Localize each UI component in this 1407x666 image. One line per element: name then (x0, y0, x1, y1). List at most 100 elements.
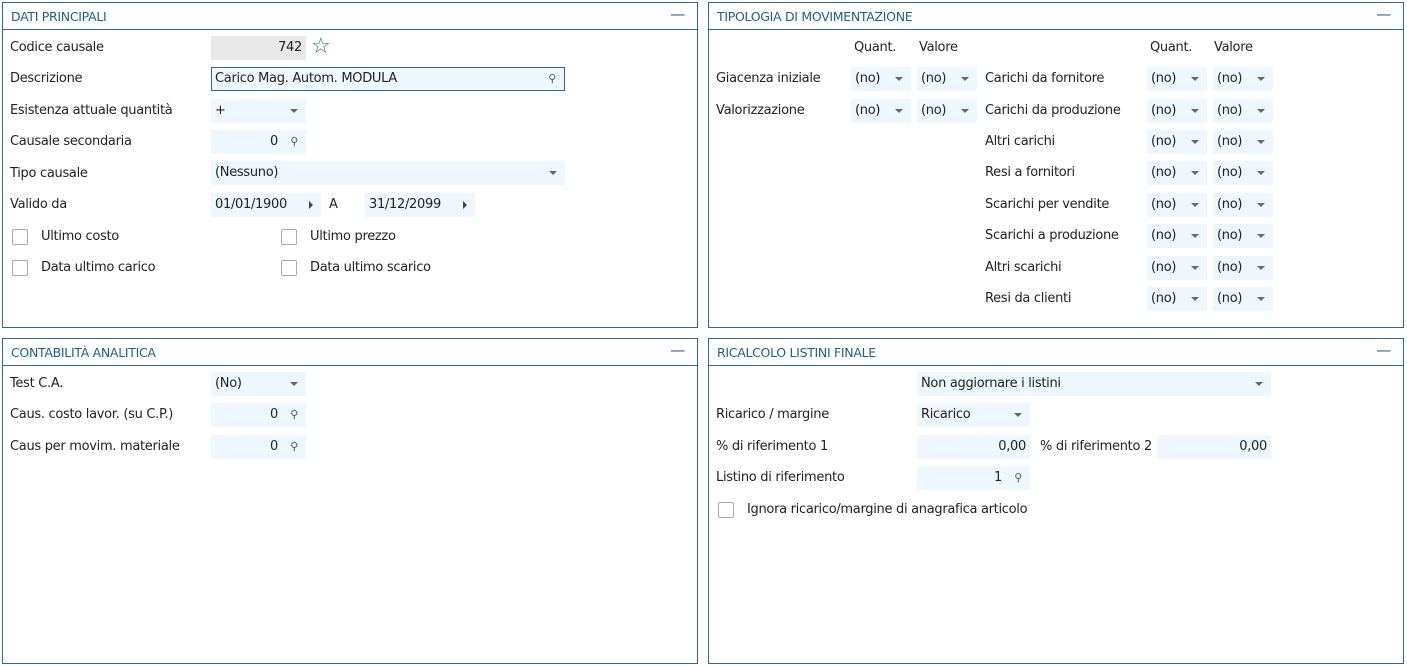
minimize-button[interactable]: — (1376, 5, 1391, 23)
search-icon[interactable]: ⚲ (290, 403, 298, 427)
label: Listino di riferimento (716, 470, 845, 485)
valido-a-input[interactable]: 31/12/2099 (365, 193, 475, 217)
codice-field: 742 (211, 36, 306, 60)
data-ultimo-carico-checkbox[interactable] (12, 260, 28, 276)
arrow-right-icon[interactable] (309, 201, 313, 209)
label: Ultimo costo (41, 229, 119, 244)
panel-title: DATI PRINCIPALI (11, 9, 107, 24)
label: Codice causale (10, 40, 104, 55)
label: % di riferimento 2 (1040, 439, 1152, 454)
value: 0 (270, 439, 278, 454)
valore-select[interactable]: (no) (917, 67, 977, 91)
minimize-button[interactable]: — (670, 5, 685, 23)
label: Valido da (10, 197, 67, 212)
panel-title: Ricalcolo listini finale (717, 345, 876, 360)
panel-title: CONTABILITÀ ANALITICA (11, 345, 156, 360)
valore-select[interactable]: (no) (1213, 224, 1273, 248)
favorite-star-icon[interactable]: ☆ (311, 34, 331, 59)
column-header: Quant. (1150, 40, 1193, 55)
panel-header: Ricalcolo listini finale — (709, 339, 1403, 366)
row-label: Scarichi per vendite (985, 197, 1110, 212)
row-label: Giacenza iniziale (716, 71, 821, 86)
quantita-select[interactable]: (no) (1147, 256, 1207, 280)
row-label: Resi a fornitori (985, 165, 1075, 180)
data-ultimo-scarico-checkbox[interactable] (281, 260, 297, 276)
minimize-button[interactable]: — (1376, 341, 1391, 359)
value: 0 (270, 407, 278, 422)
label: Ultimo prezzo (310, 229, 396, 244)
contabilita-panel: CONTABILITÀ ANALITICA — Test C.A. (No) Ca… (2, 338, 698, 664)
quantita-select[interactable]: (no) (1147, 161, 1207, 185)
valore-select[interactable]: (no) (1213, 287, 1273, 311)
quantita-select[interactable]: (no) (1147, 130, 1207, 154)
tipologia-panel: TIPOLOGIA DI MOVIMENTAZIONE — Quant. Valo… (708, 2, 1404, 328)
label: Data ultimo scarico (310, 260, 431, 275)
valore-select[interactable]: (no) (917, 99, 977, 123)
column-header: Quant. (854, 40, 897, 55)
label: Caus per movim. materiale (10, 439, 180, 454)
quantita-select[interactable]: (no) (1147, 224, 1207, 248)
column-header: Valore (919, 40, 958, 55)
search-icon[interactable]: ⚲ (1014, 466, 1022, 490)
panel-header: TIPOLOGIA DI MOVIMENTAZIONE — (709, 3, 1403, 30)
quantita-select[interactable]: (no) (851, 67, 911, 91)
label: Ignora ricarico/margine di anagrafica ar… (747, 502, 1028, 517)
perc-rif-1-input[interactable]: 0,00 (917, 435, 1030, 459)
caus-materiale-input[interactable]: 0 ⚲ (211, 435, 306, 459)
panel-title: TIPOLOGIA DI MOVIMENTAZIONE (717, 9, 913, 24)
esistenza-select[interactable]: + (211, 99, 306, 123)
listino-input[interactable]: 1 ⚲ (917, 466, 1030, 490)
row-label: Carichi da fornitore (985, 71, 1105, 86)
quantita-select[interactable]: (no) (1147, 193, 1207, 217)
panel-header: DATI PRINCIPALI — (3, 3, 697, 30)
label: Ricarico / margine (716, 407, 829, 422)
ignora-ricarico-checkbox[interactable] (718, 502, 734, 518)
label: % di riferimento 1 (716, 439, 828, 454)
label: Causale secondaria (10, 134, 132, 149)
row-label: Resi da clienti (985, 291, 1072, 306)
search-icon[interactable]: ⚲ (548, 68, 556, 90)
label: Test C.A. (10, 376, 64, 391)
panel-header: CONTABILITÀ ANALITICA — (3, 339, 697, 366)
value: 0 (270, 134, 278, 149)
ultimo-costo-checkbox[interactable] (12, 229, 28, 245)
quantita-select[interactable]: (no) (1147, 67, 1207, 91)
row-label: Altri scarichi (985, 260, 1062, 275)
test-ca-select[interactable]: (No) (211, 372, 306, 396)
aggiorna-listini-select[interactable]: Non aggiornare i listini (917, 372, 1271, 396)
row-label: Altri carichi (985, 134, 1055, 149)
valore-select[interactable]: (no) (1213, 161, 1273, 185)
valore-select[interactable]: (no) (1213, 99, 1273, 123)
row-label: Scarichi a produzione (985, 228, 1119, 243)
perc-rif-2-input[interactable]: 0,00 (1157, 435, 1271, 459)
causale-secondaria-input[interactable]: 0 ⚲ (211, 130, 306, 154)
row-label: Carichi da produzione (985, 103, 1121, 118)
search-icon[interactable]: ⚲ (290, 130, 298, 154)
quantita-select[interactable]: (no) (851, 99, 911, 123)
column-header: Valore (1214, 40, 1253, 55)
ricarico-select[interactable]: Ricarico (917, 403, 1030, 427)
label: Tipo causale (10, 166, 88, 181)
ultimo-prezzo-checkbox[interactable] (281, 229, 297, 245)
minimize-button[interactable]: — (670, 341, 685, 359)
descrizione-value: Carico Mag. Autom. MODULA (215, 71, 397, 86)
quantita-select[interactable]: (no) (1147, 99, 1207, 123)
value: 1 (994, 470, 1002, 485)
row-label: Valorizzazione (716, 103, 805, 118)
tipo-causale-select[interactable]: (Nessuno) (211, 161, 565, 185)
descrizione-input[interactable]: Carico Mag. Autom. MODULA ⚲ (211, 67, 565, 91)
valido-da-input[interactable]: 01/01/1900 (211, 193, 321, 217)
label: Descrizione (10, 71, 83, 86)
valore-select[interactable]: (no) (1213, 193, 1273, 217)
search-icon[interactable]: ⚲ (290, 435, 298, 459)
value: 31/12/2099 (369, 197, 441, 212)
quantita-select[interactable]: (no) (1147, 287, 1207, 311)
arrow-right-icon[interactable] (463, 201, 467, 209)
caus-costo-input[interactable]: 0 ⚲ (211, 403, 306, 427)
valore-select[interactable]: (no) (1213, 67, 1273, 91)
valore-select[interactable]: (no) (1213, 130, 1273, 154)
valore-select[interactable]: (no) (1213, 256, 1273, 280)
label: Esistenza attuale quantità (10, 103, 173, 118)
value: 01/01/1900 (215, 197, 287, 212)
label: A (329, 197, 338, 212)
